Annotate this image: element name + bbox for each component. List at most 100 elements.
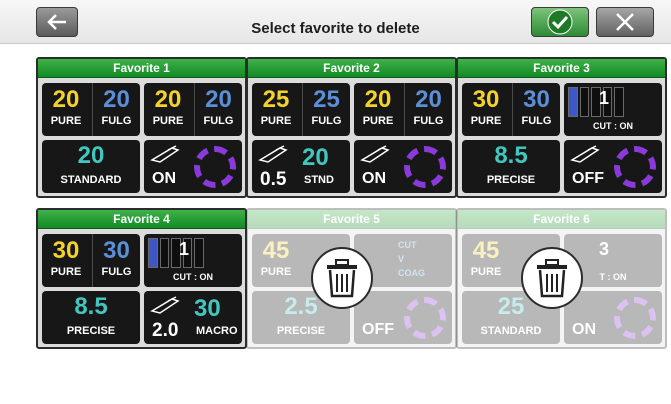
delete-favorite-6-button[interactable] — [521, 247, 583, 309]
trash-icon — [537, 259, 567, 298]
pure-value: 45 — [262, 237, 290, 264]
handpiece-tile: ON — [564, 291, 662, 344]
handpiece-state: ON — [362, 170, 386, 187]
top-bar: Select favorite to delete — [0, 0, 671, 44]
cut-setting-tile: 20 PURE 20 FULG — [42, 83, 140, 136]
handpiece-tile: OFF — [354, 291, 452, 344]
mode-value: 8.5 — [494, 142, 528, 169]
mode-label: PRECISE — [276, 325, 326, 337]
favorite-card-4[interactable]: Favorite 4 30 PURE 30 FULG 1 CUT : ON 8.5 … — [36, 208, 247, 349]
favorite-card-1[interactable]: Favorite 1 20 PURE 20 FULG 20 PURE 20 FULG 2… — [36, 57, 247, 198]
fulg-value: 20 — [415, 86, 442, 113]
handpiece-icon — [360, 145, 390, 163]
ring-gauge-icon — [404, 146, 446, 188]
ring-gauge-icon — [614, 146, 656, 188]
mode-value: 30 — [194, 295, 221, 322]
cut-value: 1 — [599, 88, 610, 108]
pure-value: 45 — [472, 237, 500, 264]
card-title: Favorite 5 — [248, 210, 455, 229]
handpiece-state: OFF — [572, 170, 604, 187]
pure-label: PURE — [152, 115, 184, 127]
handpiece-setting: 0.5 — [260, 169, 287, 190]
fulg-label: FULG — [101, 266, 132, 278]
handpiece-icon — [570, 145, 600, 163]
trash-icon — [327, 259, 357, 298]
handpiece-state: ON — [152, 170, 176, 187]
mode-value: 8.5 — [74, 293, 108, 320]
cut-label: CUT : ON — [593, 121, 633, 131]
mode-tile: 20 STANDARD — [42, 140, 140, 193]
handpiece-state: OFF — [362, 321, 394, 338]
cut-label: CUT : ON — [173, 272, 213, 282]
confirm-button[interactable] — [531, 7, 589, 37]
fulg-value: 20 — [103, 86, 130, 113]
cut-level-tile: 1 CUT : ON — [564, 83, 662, 136]
cut-text: CUT — [398, 240, 417, 250]
cut-level-tile: 1 CUT : ON — [144, 234, 242, 287]
checkmark-icon — [547, 9, 573, 35]
handpiece-icon — [150, 296, 180, 314]
cut-setting-tile: 30 PURE 30 FULG — [42, 234, 140, 287]
card-title: Favorite 3 — [458, 59, 665, 78]
pure-value: 30 — [52, 237, 80, 264]
pure-label: PURE — [50, 115, 82, 127]
cut-setting-tile: 30 PURE 30 FULG — [462, 83, 560, 136]
cut-level-bars — [568, 87, 624, 117]
cut-value: 1 — [179, 239, 190, 259]
fulg-value: 30 — [523, 86, 550, 113]
close-icon — [616, 13, 634, 31]
handpiece-tile: 2.0 30 MACRO — [144, 291, 242, 344]
coag-setting-tile: 20 PURE 20 FULG — [144, 83, 242, 136]
coag-setting-tile: 20 PURE 20 FULG — [354, 83, 452, 136]
pure-label: PURE — [470, 115, 502, 127]
handpiece-tile: OFF — [564, 140, 662, 193]
fulg-value: 20 — [205, 86, 232, 113]
pure-label: PURE — [260, 266, 292, 278]
cut-setting-tile: 25 PURE 25 FULG — [252, 83, 350, 136]
handpiece-tile: ON — [354, 140, 452, 193]
ring-gauge-icon — [194, 146, 236, 188]
card-title: Favorite 1 — [38, 59, 245, 78]
pure-value: 20 — [154, 86, 182, 113]
pure-value: 20 — [52, 86, 80, 113]
mode-value: 20 — [302, 144, 329, 171]
handpiece-state: ON — [572, 321, 596, 338]
pure-value: 25 — [262, 86, 290, 113]
ring-gauge-icon — [404, 297, 446, 339]
fulg-value: 30 — [103, 237, 130, 264]
pure-label: PURE — [470, 266, 502, 278]
pure-value: 20 — [364, 86, 392, 113]
mode-label: STND — [304, 174, 334, 186]
card-title: Favorite 2 — [248, 59, 455, 78]
handpiece-icon — [150, 145, 180, 163]
cut-value: 3 — [599, 239, 610, 259]
pure-label: PURE — [50, 266, 82, 278]
favorite-card-3[interactable]: Favorite 3 30 PURE 30 FULG 1 CUT : ON 8.5 … — [456, 57, 667, 198]
fulg-label: FULG — [101, 115, 132, 127]
mode-label: STANDARD — [60, 174, 122, 186]
pure-label: PURE — [260, 115, 292, 127]
mode-tile: 8.5 PRECISE — [462, 140, 560, 193]
cut-level-bars — [148, 238, 204, 268]
card-title: Favorite 4 — [38, 210, 245, 229]
mode-label: PRECISE — [66, 325, 116, 337]
fulg-value: 25 — [313, 86, 340, 113]
pure-value: 30 — [472, 86, 500, 113]
fulg-label: FULG — [311, 115, 342, 127]
fulg-label: FULG — [413, 115, 444, 127]
coag-text: COAG — [398, 268, 425, 278]
close-button[interactable] — [596, 7, 654, 37]
mode-label: STANDARD — [480, 325, 542, 337]
mode-tile: 8.5 PRECISE — [42, 291, 140, 344]
mode-label: MACRO — [196, 325, 238, 337]
v-text: V — [398, 254, 405, 264]
ring-gauge-icon — [614, 297, 656, 339]
fulg-label: FULG — [521, 115, 552, 127]
handpiece-icon — [258, 145, 288, 163]
mode-label: PRECISE — [486, 174, 536, 186]
mode-value: 20 — [77, 142, 105, 169]
handpiece-tile: 0.5 20 STND — [252, 140, 350, 193]
favorite-card-2[interactable]: Favorite 2 25 PURE 25 FULG 20 PURE 20 FULG 0… — [246, 57, 457, 198]
delete-favorite-5-button[interactable] — [311, 247, 373, 309]
handpiece-setting: 2.0 — [152, 320, 179, 341]
